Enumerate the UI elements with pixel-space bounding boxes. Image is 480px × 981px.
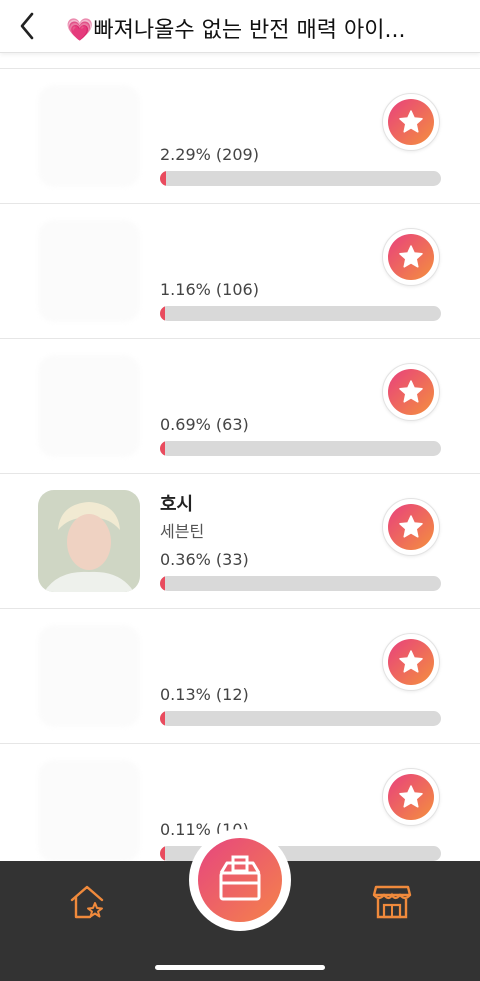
vote-progress-fill [160,576,165,591]
vote-progress-fill [160,711,165,726]
store-icon [372,885,412,919]
vote-progress-fill [160,306,165,321]
vote-percent-text: 0.36% (33) [160,550,249,569]
idol-photo [38,760,140,862]
vote-progress-bar [160,171,441,186]
chevron-left-icon [20,12,34,40]
vote-progress-bar [160,576,441,591]
star-icon [399,110,423,133]
star-icon [399,650,423,673]
vote-percent-text: 0.13% (12) [160,685,249,704]
home-button[interactable] [68,883,106,925]
result-row: 2.29% (209) [0,68,480,203]
star-icon [399,245,423,268]
vote-star-button[interactable] [382,633,440,691]
store-button[interactable] [372,881,412,925]
vote-star-button[interactable] [382,228,440,286]
vote-star-button[interactable] [382,93,440,151]
idol-name: 호시 [160,494,194,515]
bottom-navigation [0,829,480,981]
vote-progress-fill [160,441,165,456]
vote-percent-text: 0.69% (63) [160,415,249,434]
vote-results-list: 2.29% (209) 1.16% (106) 0.69% (63) 호시세븐틴 0.3… [0,68,480,878]
vote-star-button[interactable] [382,498,440,556]
idol-group: 세븐틴 [160,522,205,541]
vote-progress-fill [160,171,167,186]
vote-percent-text: 2.29% (209) [160,145,259,164]
idol-photo [38,220,140,322]
vote-progress-bar [160,711,441,726]
idol-photo [38,625,140,727]
result-row: 0.69% (63) [0,338,480,473]
vote-percent-text: 1.16% (106) [160,280,259,299]
idol-photo [38,85,140,187]
ballot-box-icon [219,855,261,901]
result-row: 호시세븐틴 0.36% (33) [0,473,480,608]
back-button[interactable] [14,8,42,44]
star-icon [399,785,423,808]
star-icon [399,380,423,403]
star-icon [399,515,423,538]
result-row: 0.13% (12) [0,608,480,743]
result-row: 1.16% (106) [0,203,480,338]
header-bar: 💗빠져나올수 없는 반전 매력 아이... [0,0,480,53]
home-star-icon [70,885,104,919]
vote-progress-fill [160,846,165,861]
vote-center-button[interactable] [189,829,291,931]
home-indicator [155,965,325,970]
idol-photo [38,490,140,592]
vote-star-button[interactable] [382,363,440,421]
idol-photo [38,355,140,457]
vote-progress-bar [160,441,441,456]
vote-star-button[interactable] [382,768,440,826]
vote-progress-bar [160,306,441,321]
page-title: 💗빠져나올수 없는 반전 매력 아이... [66,18,406,43]
